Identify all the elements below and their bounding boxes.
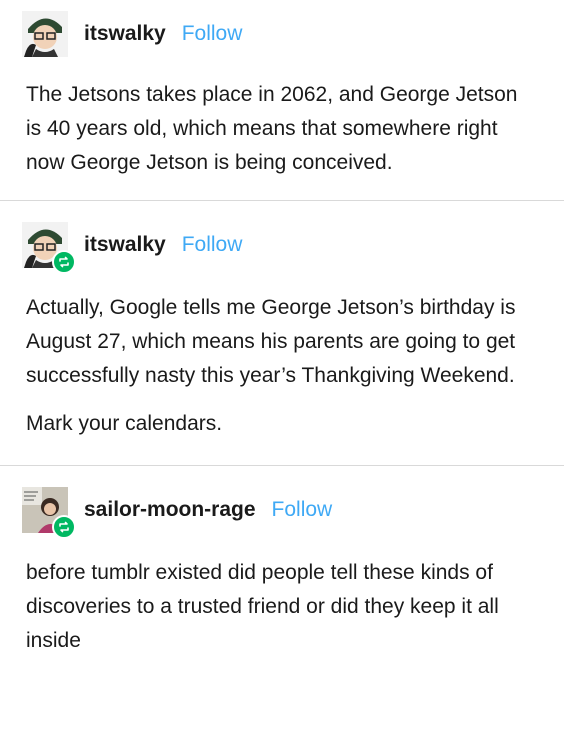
reblog-icon (52, 515, 76, 539)
post-header: itswalky Follow (0, 4, 564, 64)
post-3: sailor-moon-rage Follow before tumblr ex… (0, 466, 564, 658)
itswalky-avatar-icon[interactable] (22, 222, 76, 274)
itswalky-avatar-icon[interactable] (22, 11, 68, 57)
follow-button[interactable]: Follow (272, 498, 333, 522)
post-header: sailor-moon-rage Follow (0, 480, 564, 540)
reblog-icon (52, 250, 76, 274)
post-text: before tumblr existed did people tell th… (26, 561, 499, 652)
sailor-moon-avatar-icon[interactable] (22, 487, 76, 539)
post-header: itswalky Follow (0, 215, 564, 275)
username[interactable]: sailor-moon-rage (84, 498, 256, 522)
post-1: itswalky Follow The Jetsons takes place … (0, 0, 564, 180)
follow-button[interactable]: Follow (182, 22, 243, 46)
username[interactable]: itswalky (84, 22, 166, 46)
follow-button[interactable]: Follow (182, 233, 243, 257)
post-text: The Jetsons takes place in 2062, and Geo… (26, 83, 518, 174)
post-text: Actually, Google tells me George Jetson’… (26, 296, 516, 387)
username[interactable]: itswalky (84, 233, 166, 257)
post-2: itswalky Follow Actually, Google tells m… (0, 201, 564, 441)
post-text: Mark your calendars. (26, 412, 223, 435)
